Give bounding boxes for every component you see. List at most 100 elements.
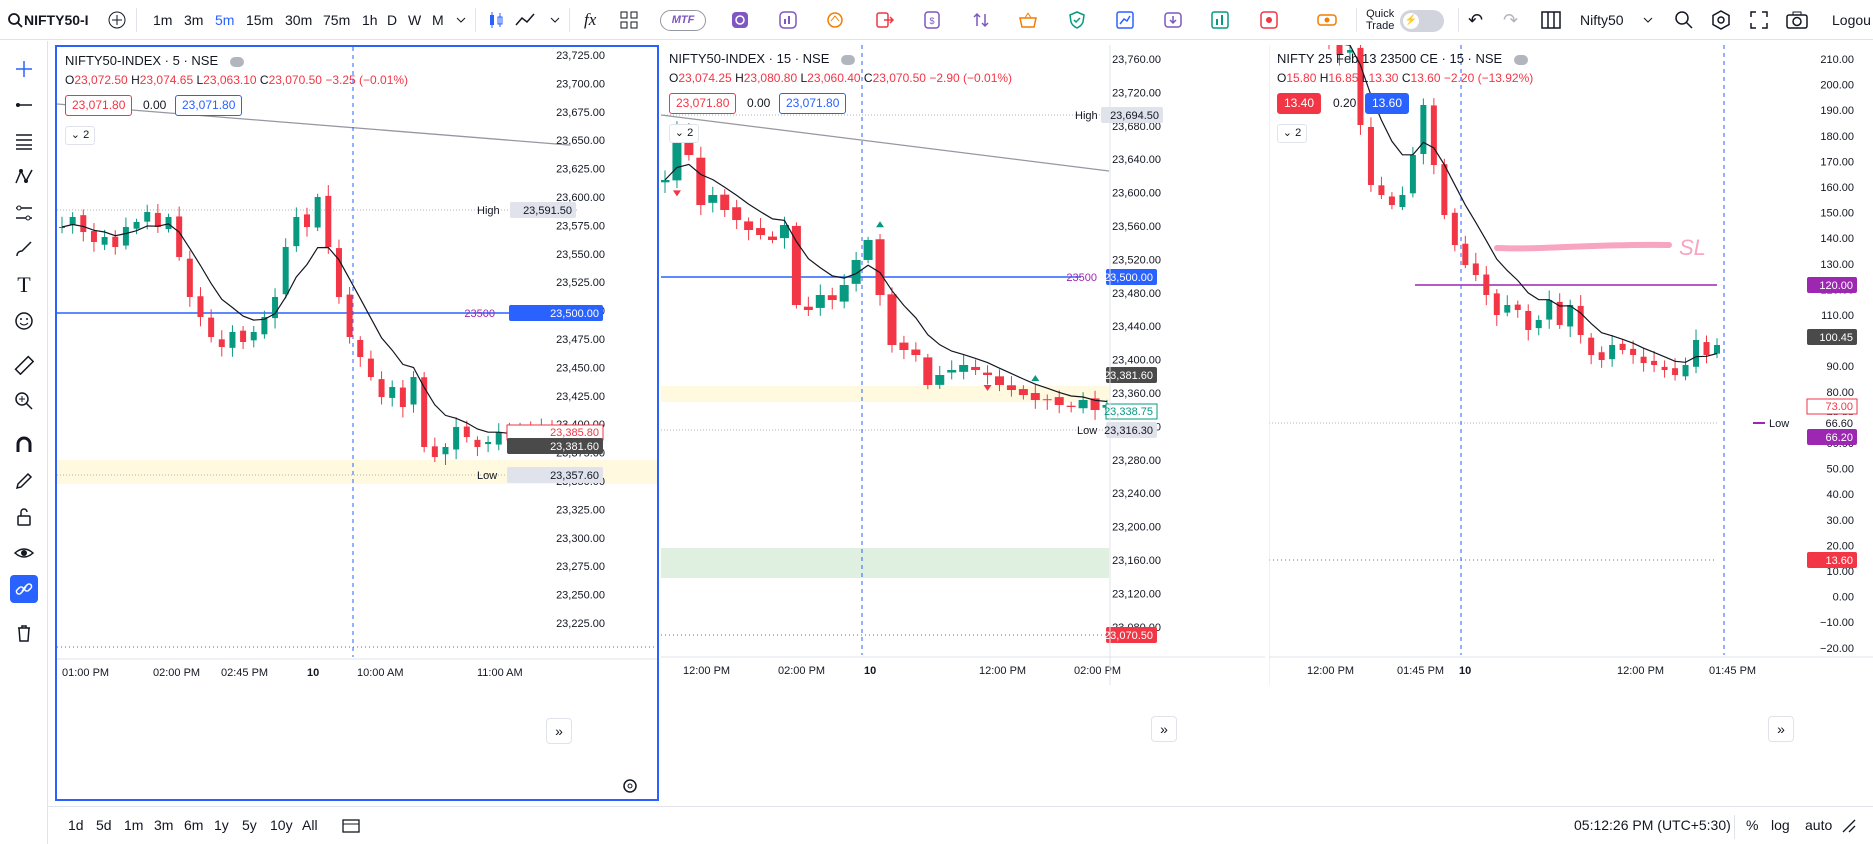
zoom-search-icon[interactable] bbox=[1673, 9, 1695, 31]
range-all[interactable]: All bbox=[302, 817, 318, 833]
app-icon-1[interactable] bbox=[729, 9, 751, 31]
indicator-collapse-button[interactable]: ⌄ 2 bbox=[65, 126, 95, 145]
emoji-icon[interactable] bbox=[10, 307, 38, 335]
app-icon-6[interactable] bbox=[970, 9, 992, 31]
app-icon-12[interactable] bbox=[1316, 9, 1338, 31]
app-icon-11[interactable] bbox=[1258, 9, 1280, 31]
pane-1-title[interactable]: NIFTY50-INDEX · 5 · NSE bbox=[65, 53, 218, 68]
layout-name[interactable]: Nifty50 bbox=[1580, 8, 1624, 32]
shield-icon[interactable] bbox=[1066, 9, 1088, 31]
interval-w[interactable]: W bbox=[408, 8, 421, 32]
undo-icon[interactable]: ↶ bbox=[1468, 8, 1483, 32]
app-icon-5[interactable]: $ bbox=[921, 9, 943, 31]
app-icon-2[interactable] bbox=[777, 9, 799, 31]
pane-2-title[interactable]: NIFTY50-INDEX · 15 · NSE bbox=[669, 51, 829, 66]
chart-pane-2[interactable]: 23,760.00 23,720.00 23,680.00 23,640.00 23,6… bbox=[661, 45, 1265, 801]
logout-button[interactable]: Logou bbox=[1832, 8, 1871, 32]
chevron-down-icon[interactable] bbox=[1637, 9, 1659, 31]
range-5y[interactable]: 5y bbox=[242, 817, 257, 833]
settings-gear-icon[interactable] bbox=[1710, 9, 1732, 31]
brush-icon[interactable] bbox=[10, 235, 38, 263]
chart-canvas-2[interactable]: 23,760.0023,720.0023,680.0023,640.0023,6… bbox=[661, 45, 1265, 801]
text-tool-icon[interactable]: T bbox=[10, 271, 38, 299]
interval-1h[interactable]: 1h bbox=[362, 8, 378, 32]
ruler-icon[interactable] bbox=[10, 351, 38, 379]
range-10y[interactable]: 10y bbox=[270, 817, 293, 833]
sell-button[interactable]: 13.40 bbox=[1277, 93, 1322, 114]
pencil-lock-icon[interactable] bbox=[10, 467, 38, 495]
search-icon[interactable] bbox=[4, 9, 26, 31]
quick-trade-toggle[interactable]: ⚡ bbox=[1400, 10, 1444, 32]
fullscreen-icon[interactable] bbox=[1748, 9, 1770, 31]
crosshair-icon[interactable] bbox=[10, 55, 38, 83]
interval-15m[interactable]: 15m bbox=[246, 8, 273, 32]
range-1d[interactable]: 1d bbox=[68, 817, 84, 833]
interval-d[interactable]: D bbox=[387, 8, 397, 32]
camera-icon[interactable] bbox=[1786, 9, 1808, 31]
chart-canvas-3[interactable]: SL 210.00 200.00 190.00 180.00 170.00 160.00 15… bbox=[1269, 45, 1873, 801]
app-icon-3[interactable] bbox=[824, 9, 846, 31]
interval-3m[interactable]: 3m bbox=[184, 8, 203, 32]
resize-icon[interactable] bbox=[1842, 819, 1856, 833]
eye-icon[interactable] bbox=[1513, 54, 1528, 65]
range-1y[interactable]: 1y bbox=[214, 817, 229, 833]
zoom-in-icon[interactable] bbox=[10, 387, 38, 415]
scroll-to-realtime-button[interactable]: » bbox=[1768, 716, 1794, 742]
redo-icon[interactable]: ↷ bbox=[1503, 8, 1518, 32]
pattern-icon[interactable] bbox=[10, 163, 38, 191]
interval-5m[interactable]: 5m bbox=[215, 8, 234, 32]
mtf-button[interactable]: MTF bbox=[660, 10, 706, 31]
auto-scale-toggle[interactable]: auto bbox=[1805, 817, 1832, 833]
forecast-icon[interactable] bbox=[10, 199, 38, 227]
chart-pane-1[interactable]: 23,725.00 23,700.00 23,675.00 23,650.00 23,6… bbox=[55, 45, 659, 801]
eye-icon[interactable] bbox=[841, 54, 855, 65]
scroll-to-realtime-button[interactable]: » bbox=[1151, 716, 1177, 742]
log-scale-toggle[interactable]: log bbox=[1771, 817, 1790, 833]
app-icon-8[interactable] bbox=[1114, 9, 1136, 31]
lock-icon[interactable] bbox=[10, 503, 38, 531]
trendline-icon[interactable] bbox=[10, 91, 38, 119]
eye-icon[interactable] bbox=[10, 539, 38, 567]
link-icon[interactable] bbox=[10, 575, 38, 603]
range-3m[interactable]: 3m bbox=[154, 817, 173, 833]
range-1m[interactable]: 1m bbox=[124, 817, 143, 833]
calendar-icon[interactable] bbox=[342, 817, 360, 833]
app-icon-9[interactable] bbox=[1162, 9, 1184, 31]
indicators-icon[interactable]: fx bbox=[584, 8, 596, 32]
range-6m[interactable]: 6m bbox=[184, 817, 203, 833]
eye-icon[interactable] bbox=[229, 56, 244, 67]
sell-button[interactable]: 23,071.80 bbox=[65, 95, 133, 116]
line-chart-icon[interactable] bbox=[514, 9, 536, 31]
interval-30m[interactable]: 30m bbox=[285, 8, 312, 32]
interval-75m[interactable]: 75m bbox=[323, 8, 350, 32]
app-icon-4[interactable] bbox=[874, 9, 896, 31]
candle-type-icon[interactable] bbox=[485, 9, 507, 31]
range-5d[interactable]: 5d bbox=[96, 817, 112, 833]
layout-icon[interactable] bbox=[1540, 9, 1562, 31]
fib-icon[interactable] bbox=[10, 127, 38, 155]
app-icon-10[interactable] bbox=[1209, 9, 1231, 31]
interval-1m[interactable]: 1m bbox=[153, 8, 172, 32]
chevron-down-icon[interactable] bbox=[544, 9, 566, 31]
basket-icon[interactable] bbox=[1017, 9, 1039, 31]
buy-button[interactable]: 23,071.80 bbox=[779, 93, 847, 114]
templates-icon[interactable] bbox=[618, 9, 640, 31]
add-symbol-icon[interactable] bbox=[106, 9, 128, 31]
indicator-collapse-button[interactable]: ⌄ 2 bbox=[1277, 124, 1307, 143]
indicator-collapse-button[interactable]: ⌄ 2 bbox=[669, 124, 699, 143]
magnet-icon[interactable] bbox=[10, 431, 38, 459]
settings-gear-icon[interactable] bbox=[622, 778, 638, 794]
chevron-down-icon[interactable] bbox=[450, 9, 472, 31]
buy-button[interactable]: 13.60 bbox=[1365, 93, 1410, 114]
interval-m[interactable]: M bbox=[432, 8, 444, 32]
percent-scale-toggle[interactable]: % bbox=[1746, 817, 1758, 833]
chart-pane-3[interactable]: SL 210.00 200.00 190.00 180.00 170.00 160.00 15… bbox=[1269, 45, 1873, 801]
scroll-to-realtime-button[interactable]: » bbox=[546, 718, 572, 744]
trash-icon[interactable] bbox=[10, 619, 38, 647]
buy-button[interactable]: 23,071.80 bbox=[175, 95, 243, 116]
symbol-search[interactable]: NIFTY50-I bbox=[24, 8, 89, 32]
clock-readout[interactable]: 05:12:26 PM (UTC+5:30) bbox=[1574, 817, 1731, 833]
sell-button[interactable]: 23,071.80 bbox=[669, 93, 737, 114]
pane-3-title[interactable]: NIFTY 25 Feb 13 23500 CE · 15 · NSE bbox=[1277, 51, 1502, 66]
chart-canvas-1[interactable]: 23,725.00 23,700.00 23,675.00 23,650.00 23,6… bbox=[57, 47, 659, 801]
